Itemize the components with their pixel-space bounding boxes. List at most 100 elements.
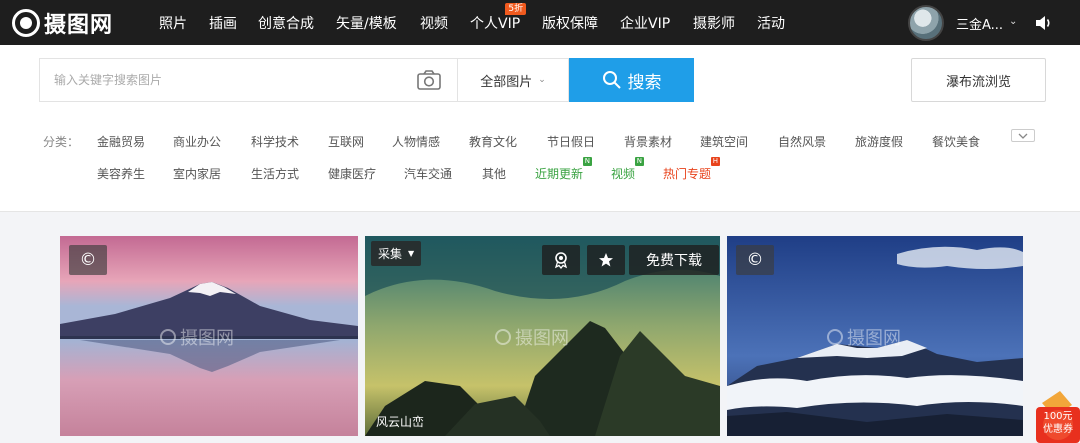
category-link-label: 其他: [482, 167, 507, 181]
user-name[interactable]: 三金A...: [956, 14, 1003, 33]
category-link-label: 健康医疗: [328, 167, 377, 181]
photo-card-2[interactable]: 采集 ▼ 免费下载 摄图网 风云山峦: [365, 236, 720, 436]
category-link[interactable]: 健康医疗: [328, 165, 376, 182]
caret-down-icon: ▼: [408, 249, 415, 258]
site-logo[interactable]: 摄图网: [12, 7, 113, 39]
nav-item-label: 视频: [420, 15, 448, 32]
nav-item-label: 创意合成: [258, 15, 314, 32]
search-button[interactable]: 搜索: [569, 58, 694, 102]
category-link[interactable]: 教育文化: [469, 133, 517, 150]
search-icon: [602, 71, 621, 89]
category-link-label: 汽车交通: [404, 167, 453, 181]
watermark: 摄图网: [495, 324, 569, 350]
logo-icon: [12, 9, 40, 37]
nav-item-label: 摄影师: [693, 15, 735, 32]
watermark-logo-icon: [827, 329, 843, 345]
category-link-label: 视频: [611, 167, 636, 181]
watermark-text: 摄图网: [515, 328, 569, 349]
category-link-label: 室内家居: [173, 167, 222, 181]
category-link[interactable]: 节日假日: [547, 133, 595, 150]
category-label: 分类：: [43, 135, 80, 149]
speaker-icon[interactable]: [1033, 13, 1053, 33]
collect-button[interactable]: 采集 ▼: [371, 241, 422, 266]
star-icon: [599, 253, 613, 267]
coupon-amount: 100元: [1043, 411, 1073, 422]
watermark-text: 摄图网: [180, 328, 234, 349]
new-tag: N: [582, 157, 593, 166]
photo-title[interactable]: 风云山峦: [376, 413, 424, 430]
hot-tag: H: [710, 157, 721, 166]
category-link[interactable]: 背景素材: [624, 133, 672, 150]
nav-item-1[interactable]: 插画: [209, 0, 237, 45]
waterfall-view-button[interactable]: 瀑布流浏览: [911, 58, 1046, 102]
search-box: [39, 58, 457, 102]
category-link-label: 美容养生: [97, 167, 146, 181]
nav-item-label: 照片: [159, 15, 187, 32]
category-link[interactable]: 人物情感: [392, 133, 440, 150]
nav-item-label: 个人VIP: [470, 15, 521, 32]
watermark-text: 摄图网: [847, 328, 901, 349]
nav-item-label: 矢量/模板: [336, 15, 397, 32]
similar-search-button[interactable]: [542, 245, 580, 275]
category-link-label: 近期更新: [535, 167, 584, 181]
favorite-button[interactable]: [587, 245, 625, 275]
category-link[interactable]: 自然风景: [778, 133, 826, 150]
nav-item-7[interactable]: 企业VIP: [620, 0, 670, 45]
coupon-label: 优惠券: [1043, 424, 1073, 435]
category-link[interactable]: 汽车交通: [404, 165, 452, 182]
category-link[interactable]: 生活方式: [251, 165, 299, 182]
category-link[interactable]: 商业办公: [173, 133, 221, 150]
search-panel: 全部图片 ⌄ 搜索 瀑布流浏览 分类： 金融贸易 商业办公 科学技术 互联网 人物情感 教…: [0, 45, 1080, 212]
photo-card-3[interactable]: © 摄图网: [727, 236, 1023, 436]
category-link-label: 生活方式: [251, 167, 300, 181]
nav-item-2[interactable]: 创意合成: [258, 0, 314, 45]
nav-item-label: 活动: [757, 15, 785, 32]
copyright-badge[interactable]: ©: [69, 245, 107, 275]
coupon-text[interactable]: 100元 优惠券: [1036, 410, 1080, 436]
new-tag: N: [634, 157, 645, 166]
category-link[interactable]: 视频 N: [611, 157, 645, 182]
watermark: 摄图网: [827, 324, 901, 350]
category-link[interactable]: 科学技术: [251, 133, 299, 150]
nav-item-5[interactable]: 个人VIP 5折: [470, 0, 527, 45]
chevron-down-icon: [1018, 133, 1028, 139]
nav-item-label: 版权保障: [542, 15, 598, 32]
search-button-label: 搜索: [627, 72, 662, 93]
discount-badge: 5折: [505, 3, 527, 15]
nav-item-8[interactable]: 摄影师: [693, 0, 735, 45]
watermark: 摄图网: [160, 324, 234, 350]
photo-card-1[interactable]: © 摄图网: [60, 236, 358, 436]
nav-item-9[interactable]: 活动: [757, 0, 785, 45]
nav-item-0[interactable]: 照片: [159, 0, 187, 45]
expand-categories-button[interactable]: [1011, 129, 1035, 142]
category-link[interactable]: 近期更新 N: [535, 157, 593, 182]
chevron-down-icon: ⌄: [538, 75, 546, 85]
nav-item-6[interactable]: 版权保障: [542, 0, 598, 45]
search-input[interactable]: [40, 59, 410, 101]
category-link[interactable]: 互联网: [328, 133, 364, 150]
category-link[interactable]: 热门专题 H: [663, 157, 721, 182]
category-link[interactable]: 其他: [482, 165, 506, 182]
category-link[interactable]: 美容养生: [97, 165, 145, 182]
category-link[interactable]: 餐饮美食: [932, 133, 980, 150]
category-link[interactable]: 建筑空间: [700, 133, 748, 150]
logo-text: 摄图网: [44, 13, 114, 38]
category-select-value: 全部图片: [480, 74, 533, 90]
top-nav-bar: 摄图网 照片 插画 创意合成 矢量/模板 视频 个人VIP 5折 版权保障 企业VIP 摄影师 活动…: [0, 0, 1080, 45]
watermark-logo-icon: [495, 329, 511, 345]
category-link[interactable]: 室内家居: [173, 165, 221, 182]
watermark-logo-icon: [160, 329, 176, 345]
nav-item-4[interactable]: 视频: [420, 0, 448, 45]
nav-item-3[interactable]: 矢量/模板: [336, 0, 397, 45]
category-select[interactable]: 全部图片 ⌄: [457, 58, 569, 102]
nav-item-label: 企业VIP: [620, 15, 671, 32]
category-link[interactable]: 旅游度假: [855, 133, 903, 150]
camera-icon[interactable]: [416, 69, 442, 91]
free-download-button[interactable]: 免费下载: [629, 245, 719, 275]
award-icon: [554, 252, 568, 269]
category-link[interactable]: 金融贸易: [97, 133, 145, 150]
copyright-badge[interactable]: ©: [736, 245, 774, 275]
chevron-down-icon[interactable]: ⌄: [1009, 16, 1017, 27]
user-avatar[interactable]: [908, 5, 944, 41]
collect-label: 采集: [378, 247, 403, 261]
